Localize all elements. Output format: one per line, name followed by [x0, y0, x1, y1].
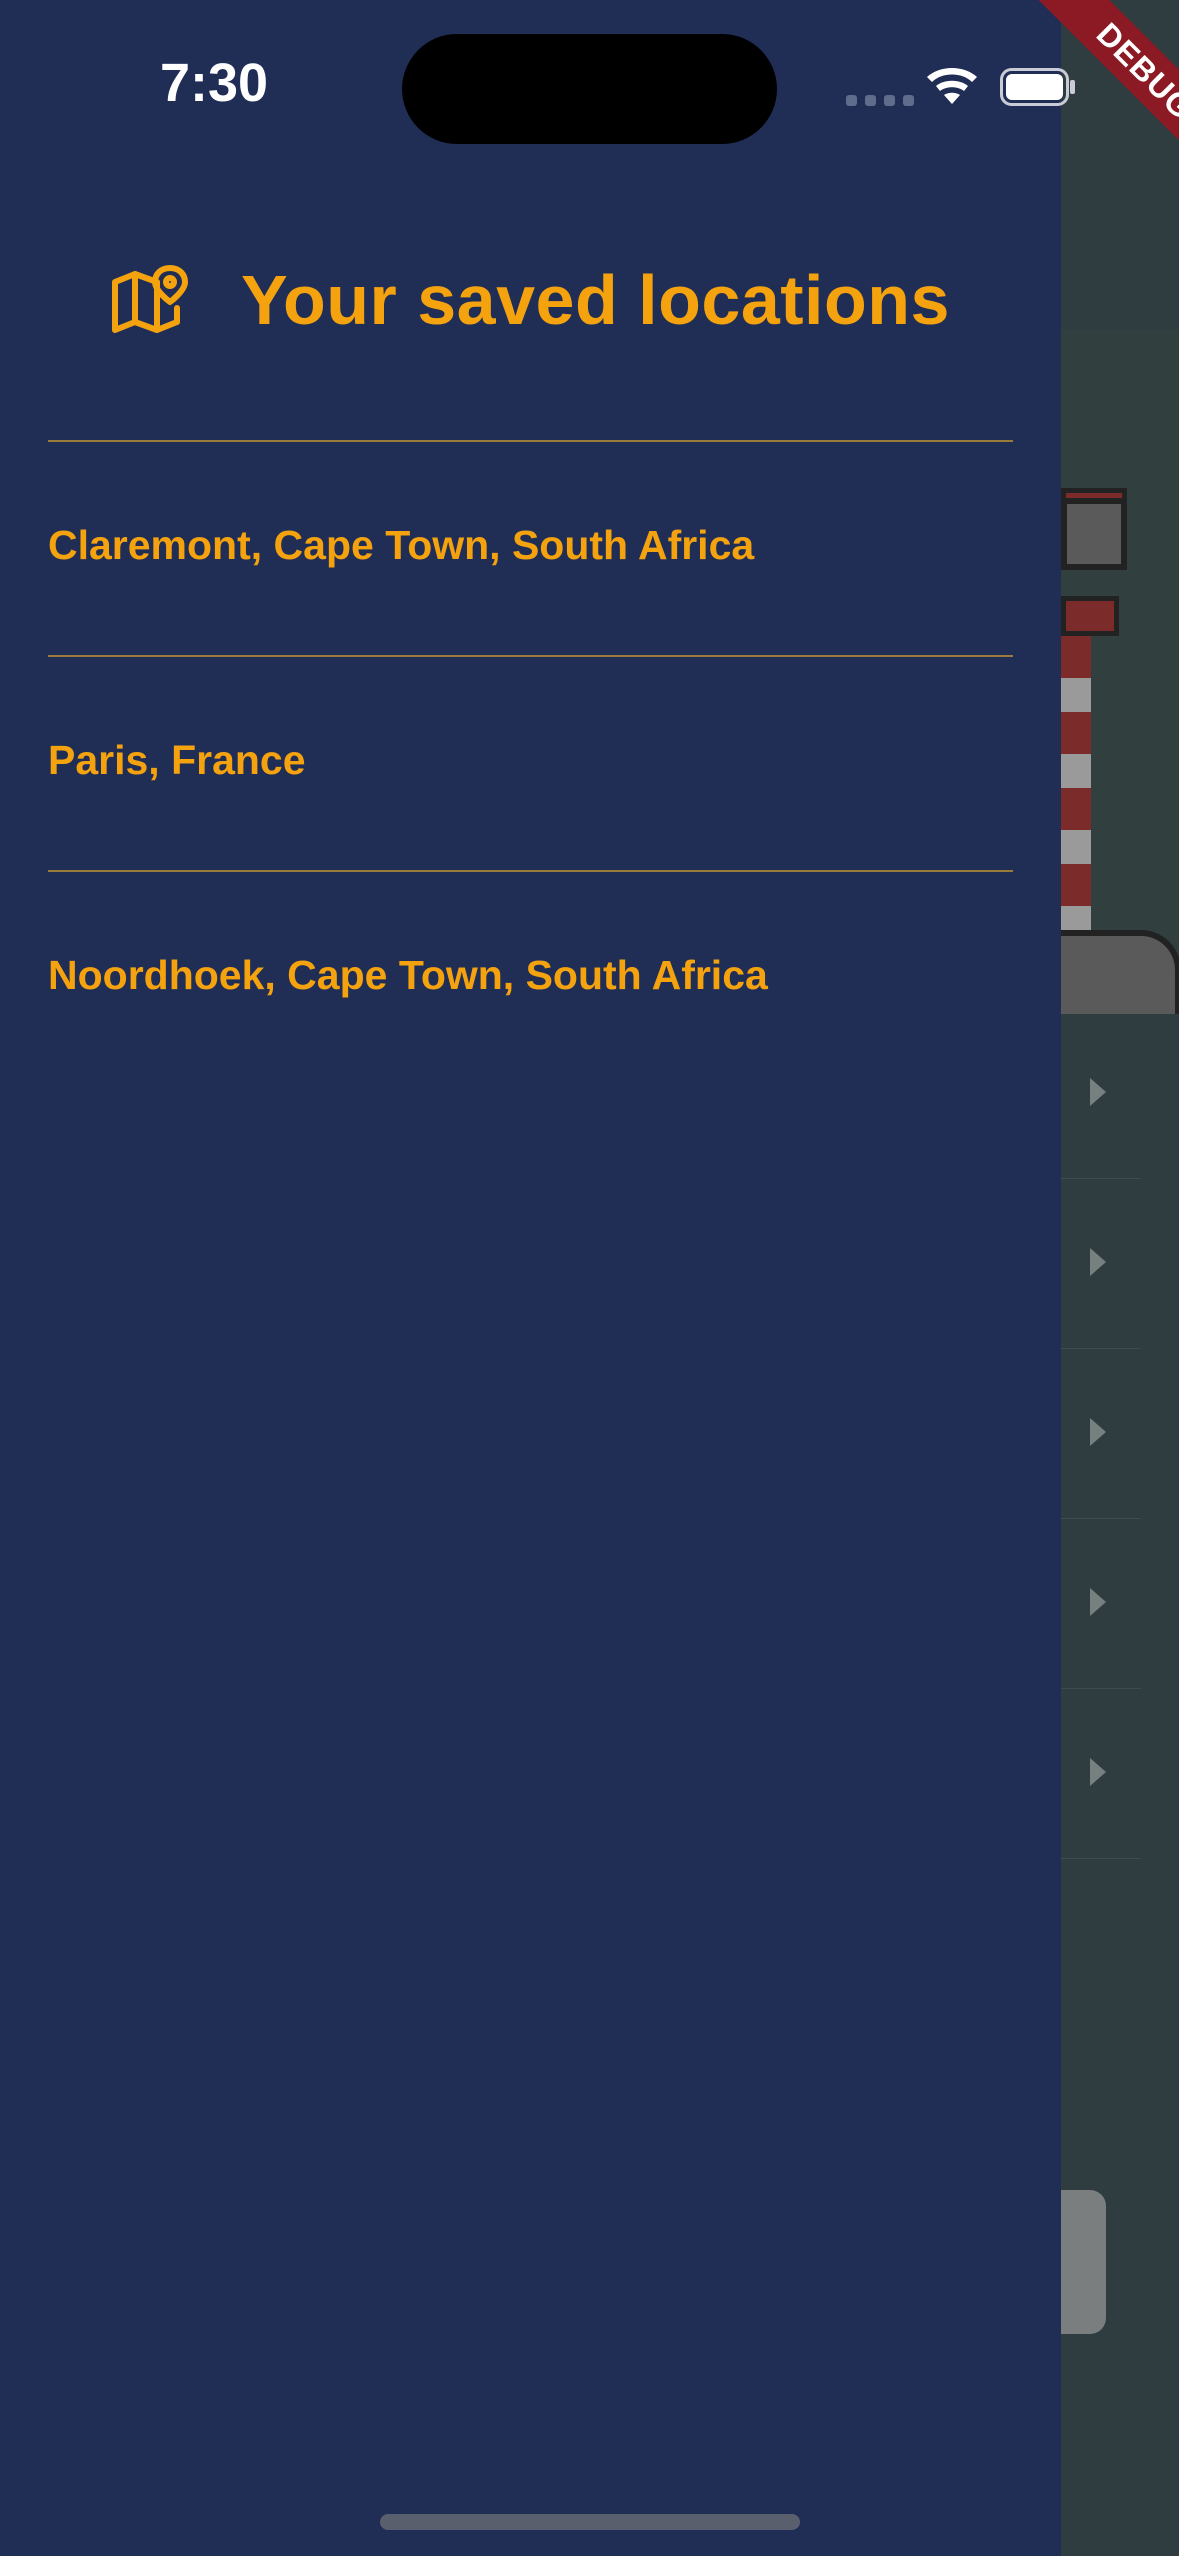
- location-label: Noordhoek, Cape Town, South Africa: [48, 952, 768, 998]
- chevron-right-icon: [1090, 1588, 1106, 1616]
- background-list-row: [1061, 1518, 1141, 1689]
- home-indicator[interactable]: [380, 2514, 800, 2530]
- location-label: Paris, France: [48, 737, 306, 783]
- drawer-header: Your saved locations: [0, 250, 1061, 350]
- debug-banner: DEBUG: [979, 0, 1179, 200]
- background-list-row: [1061, 1348, 1141, 1519]
- lighthouse-base: [1061, 930, 1179, 1014]
- lighthouse-tower: [1061, 636, 1091, 936]
- background-list-row: [1061, 1688, 1141, 1859]
- dynamic-island: [402, 34, 777, 144]
- wifi-icon: [927, 68, 977, 104]
- background-list-row: [1061, 1178, 1141, 1349]
- background-list-row: [1061, 1008, 1141, 1179]
- saved-locations-drawer: Your saved locations Claremont, Cape Tow…: [0, 0, 1061, 2556]
- status-bar-time: 7:30: [160, 53, 269, 113]
- location-label: Claremont, Cape Town, South Africa: [48, 522, 755, 568]
- lighthouse-band: [1061, 596, 1119, 636]
- map-pin-icon: [111, 260, 191, 340]
- drawer-title: Your saved locations: [241, 261, 950, 339]
- chevron-right-icon: [1090, 1758, 1106, 1786]
- chevron-right-icon: [1090, 1248, 1106, 1276]
- cellular-signal-icon: [846, 95, 914, 106]
- location-item-claremont[interactable]: Claremont, Cape Town, South Africa: [48, 440, 1013, 655]
- saved-locations-list: Claremont, Cape Town, South Africa Paris…: [48, 440, 1013, 1085]
- lighthouse-lamp: [1061, 498, 1127, 570]
- chevron-right-icon: [1090, 1078, 1106, 1106]
- location-item-noordhoek[interactable]: Noordhoek, Cape Town, South Africa: [48, 870, 1013, 1085]
- location-item-paris[interactable]: Paris, France: [48, 655, 1013, 870]
- chevron-right-icon: [1090, 1418, 1106, 1446]
- debug-banner-label: DEBUG: [1035, 0, 1179, 181]
